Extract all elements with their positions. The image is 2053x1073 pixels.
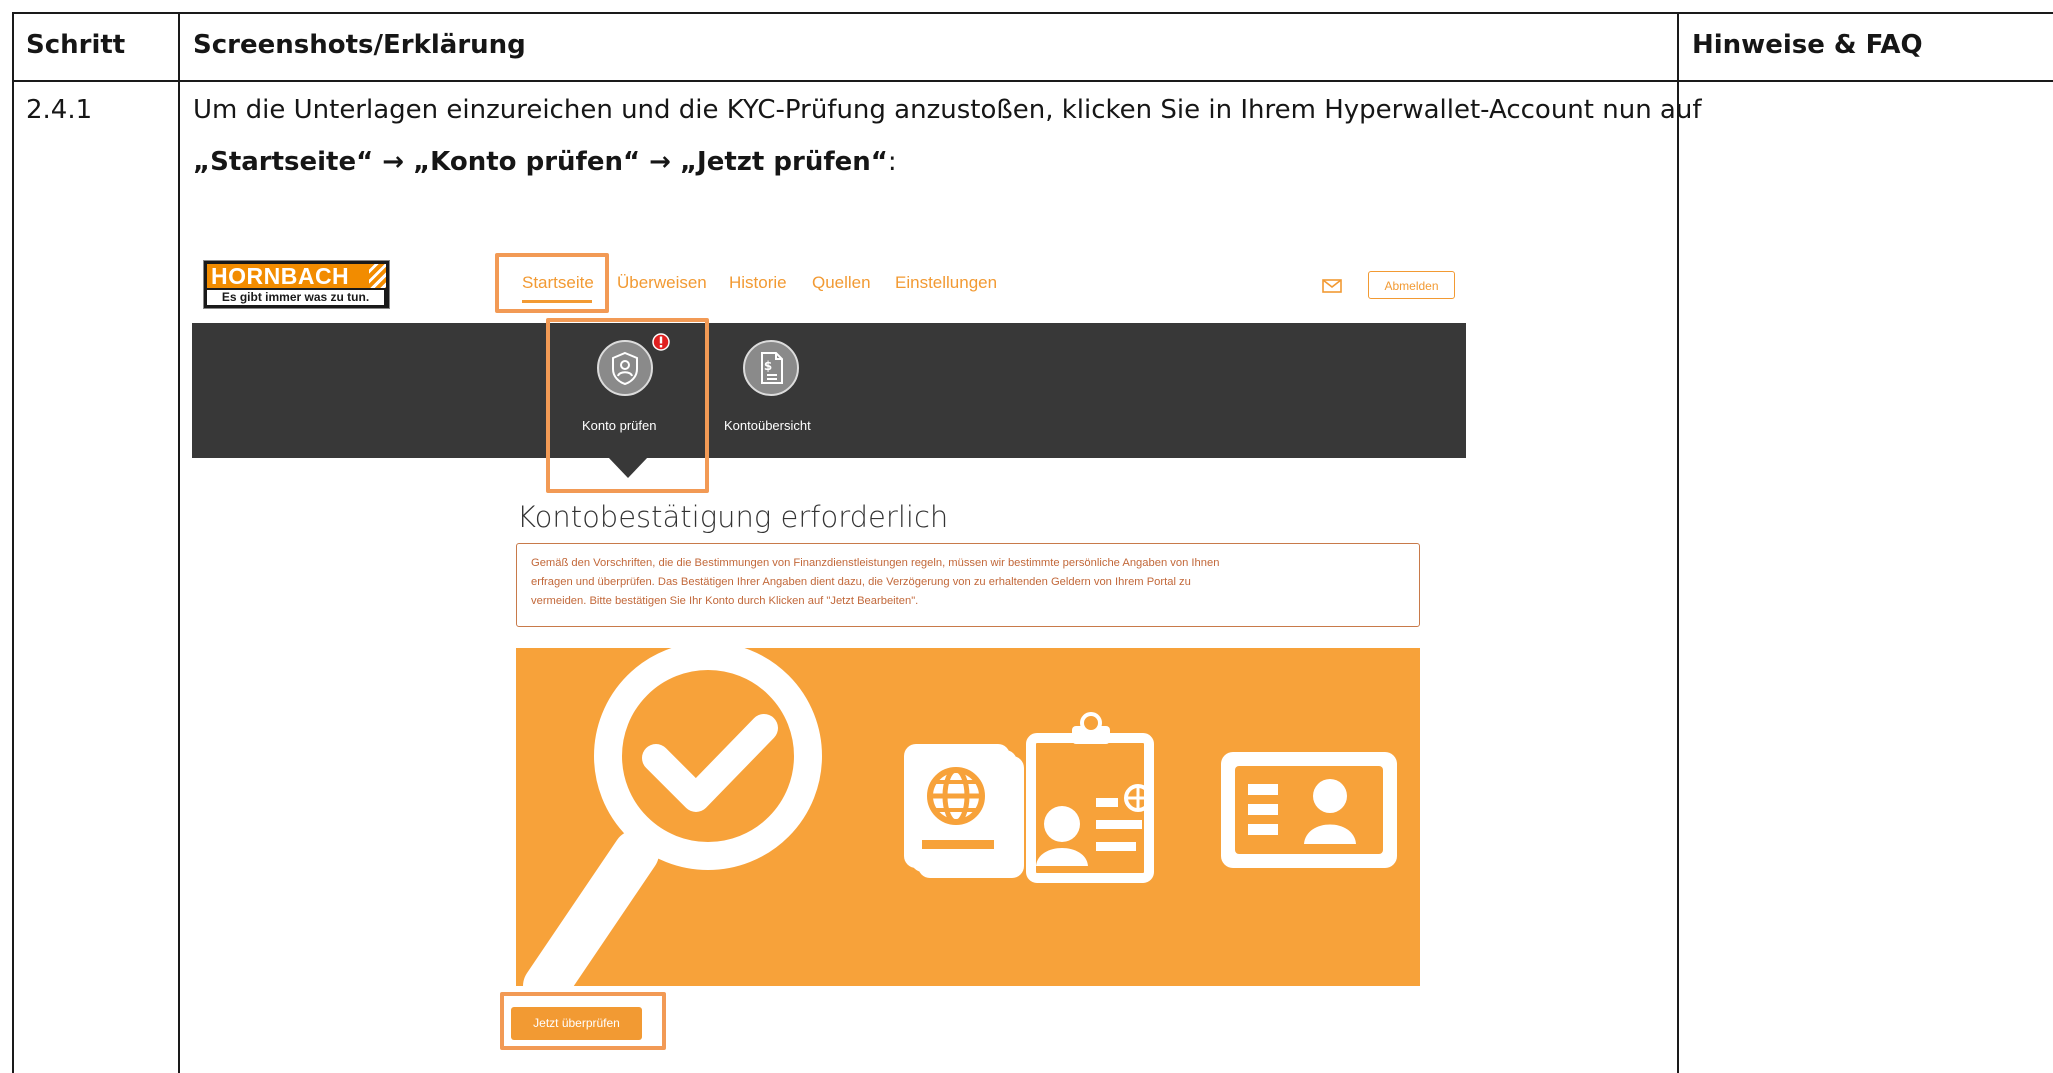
logo-slogan: Es gibt immer was zu tun. xyxy=(207,290,384,305)
document-dollar-icon[interactable]: $ xyxy=(743,340,799,396)
header-row-divider xyxy=(12,80,2053,82)
instruction-path: „Startseite“ → „Konto prüfen“ → „Jetzt p… xyxy=(193,147,897,177)
id-badge-icon xyxy=(1026,712,1154,883)
verification-title: Kontobestätigung erforderlich xyxy=(517,500,949,534)
highlight-cta-button xyxy=(500,992,666,1050)
notice-line-2: erfragen und überprüfen. Das Bestätigen … xyxy=(531,576,1191,588)
table-left-border xyxy=(12,12,14,1073)
instruction-path-tail: : xyxy=(887,147,897,177)
band-label-kontouebersicht[interactable]: Kontoübersicht xyxy=(724,418,811,433)
hornbach-logo[interactable]: HORNBACH Es gibt immer was zu tun. xyxy=(203,260,390,309)
header-schritt: Schritt xyxy=(26,30,126,60)
nav-einstellungen[interactable]: Einstellungen xyxy=(895,273,997,293)
logo-stripes xyxy=(369,264,386,288)
notice-line-1: Gemäß den Vorschriften, die die Bestimmu… xyxy=(531,557,1220,569)
nav-historie[interactable]: Historie xyxy=(729,273,787,293)
column-divider-2 xyxy=(1677,12,1679,1073)
logo-brand: HORNBACH xyxy=(207,264,369,288)
notice-line-3: vermeiden. Bitte bestätigen Sie Ihr Kont… xyxy=(531,595,919,607)
mail-icon[interactable] xyxy=(1322,279,1342,293)
instruction-path-bold: „Startseite“ → „Konto prüfen“ → „Jetzt p… xyxy=(193,147,888,177)
step-number: 2.4.1 xyxy=(26,95,93,125)
verification-notice: Gemäß den Vorschriften, die die Bestimmu… xyxy=(516,543,1420,627)
instruction-text: Um die Unterlagen einzureichen und die K… xyxy=(193,95,1702,125)
header-hinweise: Hinweise & FAQ xyxy=(1692,30,1923,60)
verification-illustration xyxy=(523,648,1397,986)
id-card-icon xyxy=(1221,752,1397,868)
highlight-startseite xyxy=(495,253,609,313)
svg-text:$: $ xyxy=(764,359,772,373)
column-divider-1 xyxy=(178,12,180,1073)
highlight-konto-pruefen xyxy=(546,318,709,493)
logout-button[interactable]: Abmelden xyxy=(1368,271,1455,299)
header-screenshots: Screenshots/Erklärung xyxy=(193,30,526,60)
verification-hero-banner xyxy=(516,648,1420,986)
account-menu-band xyxy=(192,323,1466,458)
passport-icon xyxy=(904,744,1024,878)
magnifier-check-icon xyxy=(523,648,822,986)
nav-ueberweisen[interactable]: Überweisen xyxy=(617,273,707,293)
table-top-border xyxy=(12,12,2053,14)
nav-quellen[interactable]: Quellen xyxy=(812,273,871,293)
